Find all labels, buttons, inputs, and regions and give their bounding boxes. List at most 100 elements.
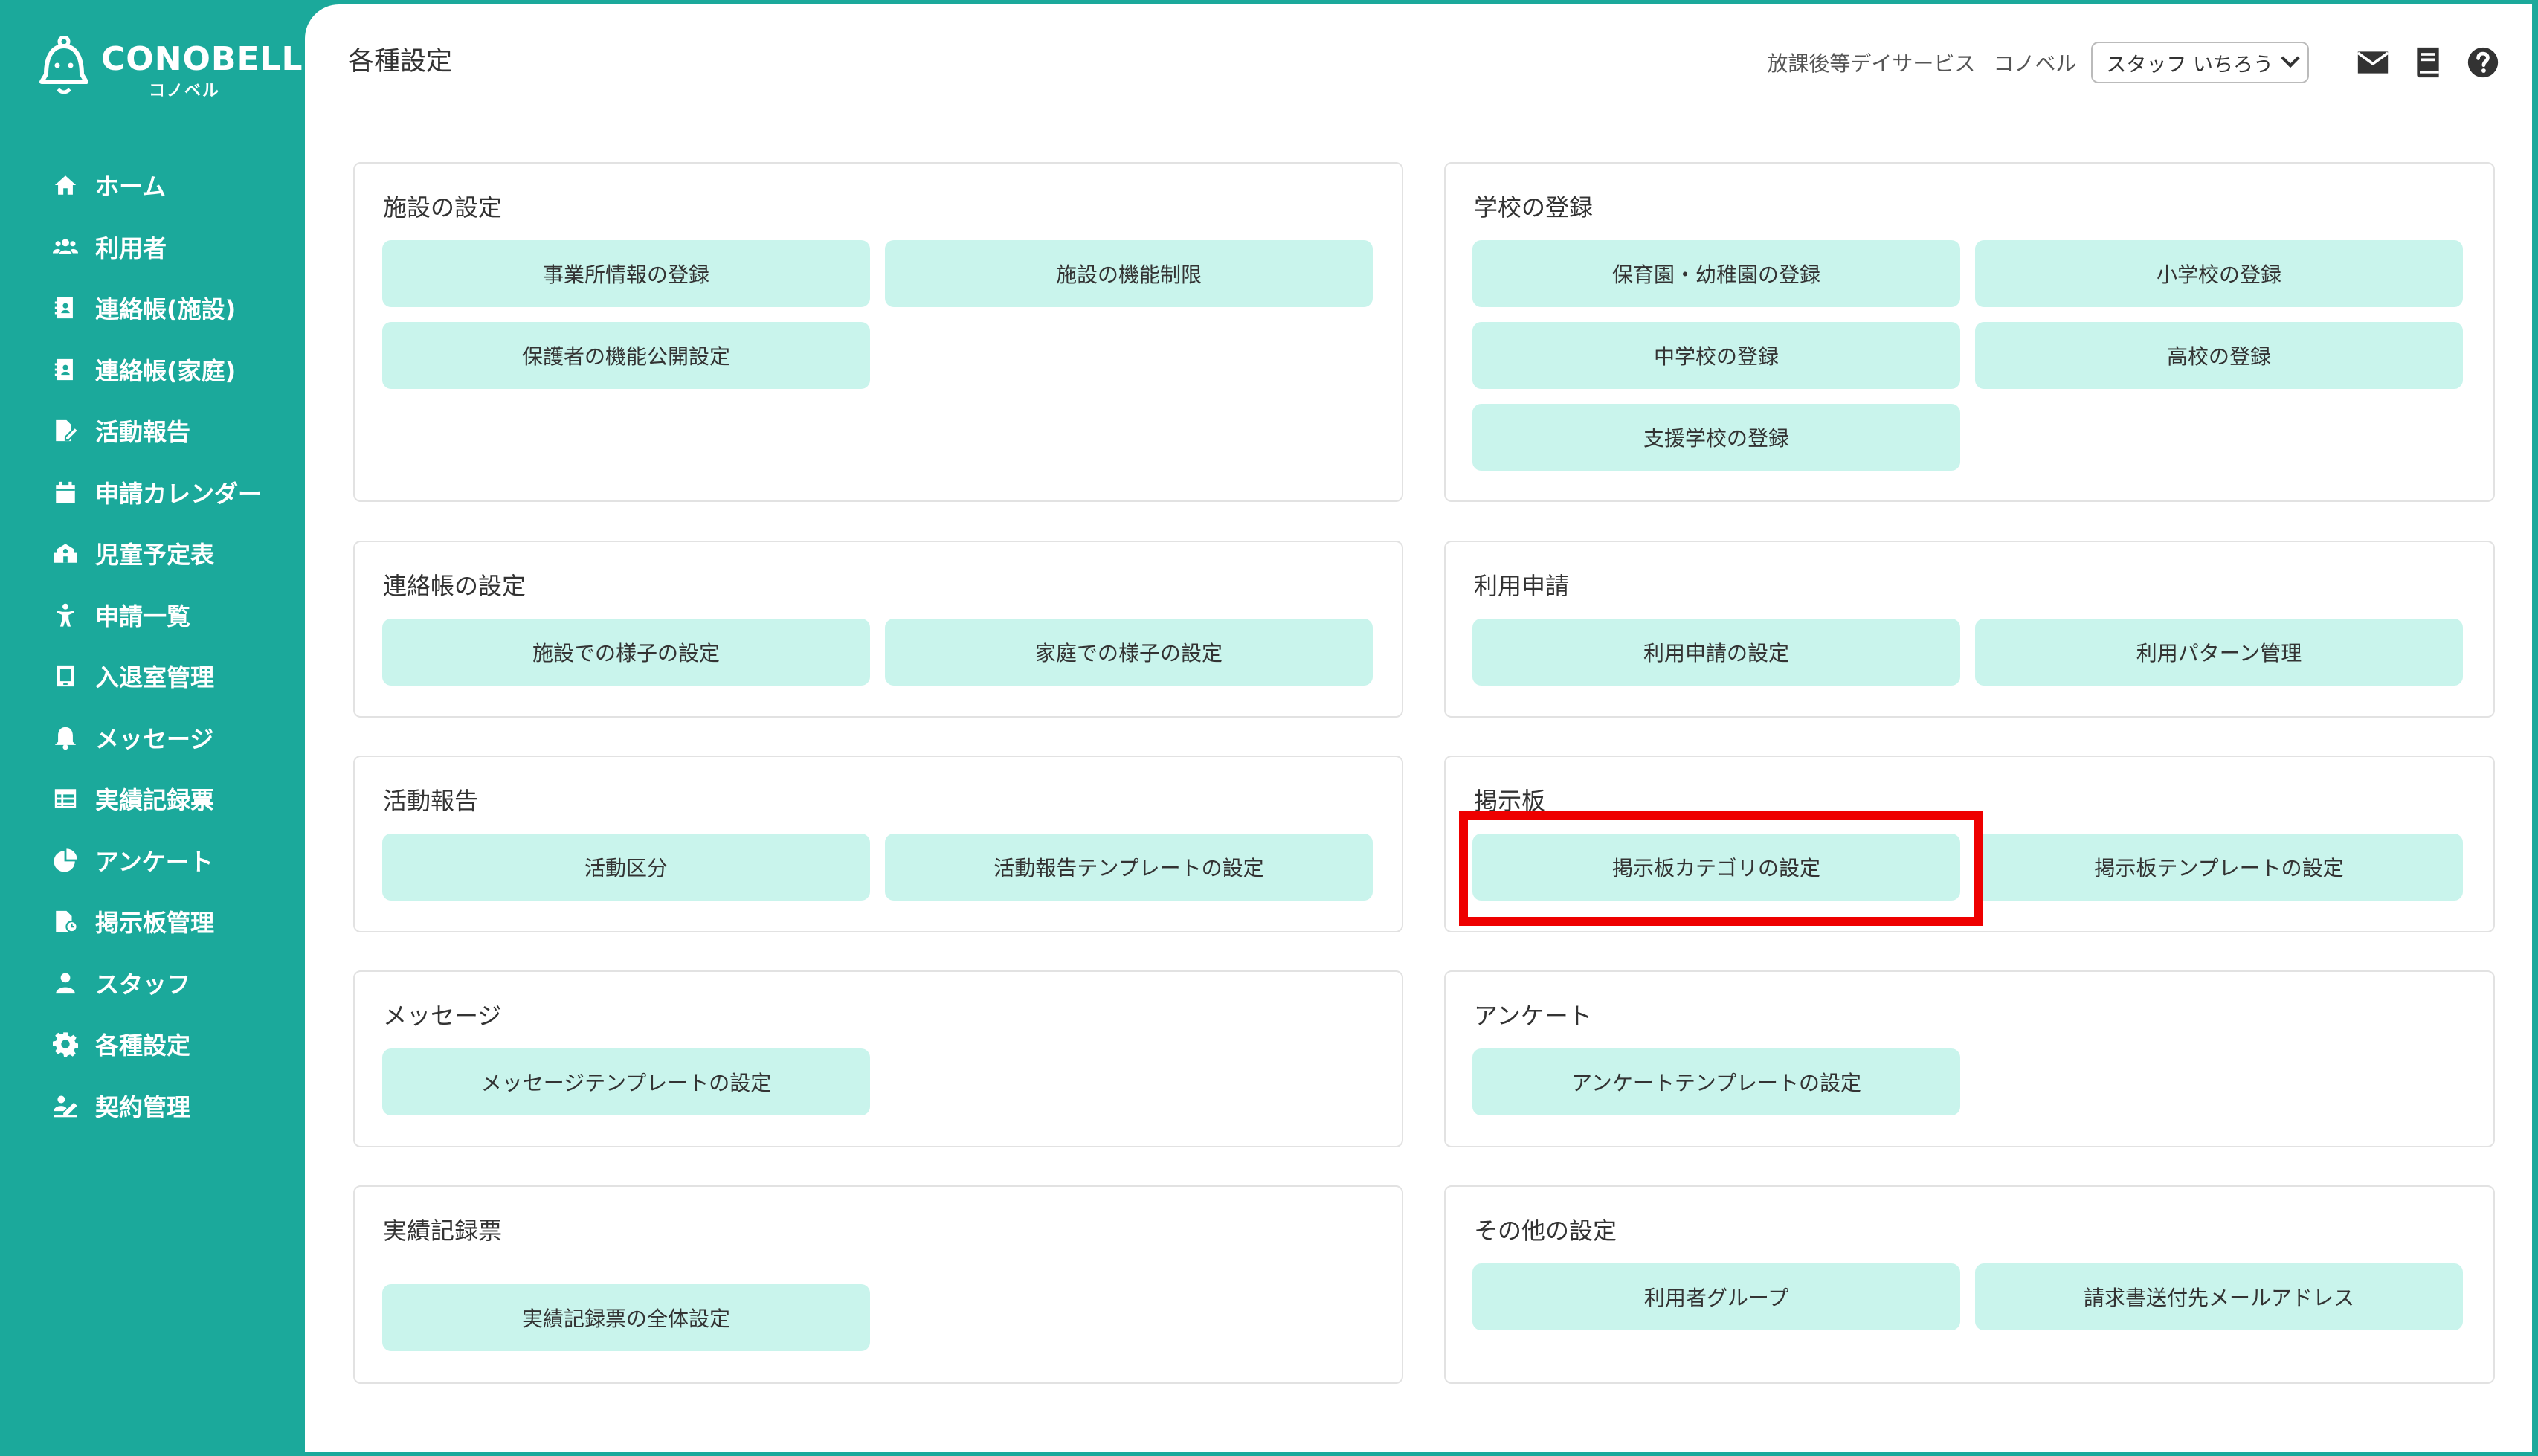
sidebar-item-label: 連絡帳(家庭): [95, 356, 236, 385]
card-title: 利用申請: [1474, 572, 1570, 600]
sidebar-item-child-schedule[interactable]: 児童予定表: [52, 523, 297, 584]
sidebar-item-label: 入退室管理: [95, 663, 215, 692]
card-title: 連絡帳の設定: [383, 572, 526, 600]
user-select[interactable]: スタッフ いちろう: [2091, 42, 2309, 83]
company-name: コノベル: [1993, 51, 2077, 76]
performance-record-global-settings-button[interactable]: 実績記録票の全体設定: [382, 1284, 870, 1351]
facility-name: 放課後等デイサービス: [1767, 51, 1976, 76]
users-icon: [52, 233, 79, 260]
sidebar-item-survey[interactable]: アンケート: [52, 830, 297, 892]
sidebar-item-messages[interactable]: メッセージ: [52, 707, 297, 769]
sidebar-item-label: スタッフ: [95, 970, 191, 999]
bulletin-file-icon: [52, 908, 79, 935]
card-title: 活動報告: [383, 787, 479, 815]
usage-application-settings-button[interactable]: 利用申請の設定: [1472, 619, 1960, 686]
sidebar-item-activity-report[interactable]: 活動報告: [52, 400, 297, 462]
sidebar-item-contact-book-home[interactable]: 連絡帳(家庭): [52, 339, 297, 401]
settings-card-facility: 施設の設定 事業所情報の登録 施設の機能制限 保護者の機能公開設定: [353, 162, 1403, 502]
sidebar-item-label: 各種設定: [95, 1031, 191, 1060]
survey-template-button[interactable]: アンケートテンプレートの設定: [1472, 1048, 1960, 1115]
contract-icon: [52, 1092, 79, 1119]
bell-logo-icon: [39, 36, 88, 94]
sidebar: CONOBELL コノベル ホーム 利用者 連絡帳(施設) 連絡帳(家庭) 活動…: [0, 0, 305, 1456]
usage-pattern-management-button[interactable]: 利用パターン管理: [1975, 619, 2463, 686]
special-school-registration-button[interactable]: 支援学校の登録: [1472, 404, 1960, 471]
sidebar-item-label: 実績記録票: [95, 786, 215, 815]
chevron-down-icon: [2281, 48, 2300, 68]
sidebar-item-bulletin-management[interactable]: 掲示板管理: [52, 891, 297, 953]
sidebar-item-attendance[interactable]: 入退室管理: [52, 645, 297, 707]
settings-card-other: その他の設定 利用者グループ 請求書送付先メールアドレス: [1444, 1185, 2495, 1384]
card-title: メッセージ: [383, 1002, 502, 1030]
logo-text: CONOBELL: [101, 40, 303, 78]
sidebar-item-contact-book-facility[interactable]: 連絡帳(施設): [52, 277, 297, 339]
card-title: アンケート: [1474, 1002, 1592, 1030]
help-icon[interactable]: [2467, 46, 2499, 79]
tablet-icon: [52, 663, 79, 689]
settings-card-survey: アンケート アンケートテンプレートの設定: [1444, 970, 2495, 1147]
home-icon: [52, 172, 79, 199]
sidebar-item-label: 利用者: [95, 233, 167, 262]
message-template-button[interactable]: メッセージテンプレートの設定: [382, 1048, 870, 1115]
sidebar-item-staff[interactable]: スタッフ: [52, 953, 297, 1014]
table-icon: [52, 785, 79, 812]
activity-category-button[interactable]: 活動区分: [382, 834, 870, 901]
nursery-registration-button[interactable]: 保育園・幼稚園の登録: [1472, 240, 1960, 307]
report-edit-icon: [52, 417, 79, 444]
sidebar-item-label: 連絡帳(施設): [95, 295, 236, 324]
facility-condition-settings-button[interactable]: 施設での様子の設定: [382, 619, 870, 686]
sidebar-item-application-calendar[interactable]: 申請カレンダー: [52, 462, 297, 524]
home-condition-settings-button[interactable]: 家庭での様子の設定: [885, 619, 1373, 686]
contact-book-icon: [52, 294, 79, 321]
sidebar-item-label: 申請一覧: [95, 602, 191, 631]
sidebar-nav: ホーム 利用者 連絡帳(施設) 連絡帳(家庭) 活動報告 申請カレンダー 児童予…: [52, 155, 297, 1136]
app-logo[interactable]: CONOBELL コノベル: [37, 33, 303, 100]
bell-icon: [52, 724, 79, 751]
child-icon: [52, 602, 79, 628]
highlight-box: [1459, 811, 1983, 926]
sidebar-item-label: メッセージ: [95, 724, 214, 753]
contact-book-icon: [52, 356, 79, 383]
sidebar-item-home[interactable]: ホーム: [52, 155, 297, 216]
sidebar-item-settings[interactable]: 各種設定: [52, 1014, 297, 1075]
sidebar-item-label: 児童予定表: [95, 541, 215, 570]
sidebar-item-label: 活動報告: [95, 418, 191, 447]
staff-icon: [52, 970, 79, 996]
office-info-button[interactable]: 事業所情報の登録: [382, 240, 870, 307]
activity-report-template-button[interactable]: 活動報告テンプレートの設定: [885, 834, 1373, 901]
elementary-registration-button[interactable]: 小学校の登録: [1975, 240, 2463, 307]
sidebar-item-label: アンケート: [95, 847, 213, 876]
user-group-button[interactable]: 利用者グループ: [1472, 1263, 1960, 1330]
sidebar-item-label: 申請カレンダー: [95, 479, 263, 508]
user-select-value: スタッフ いちろう: [2106, 53, 2273, 77]
card-title: 学校の登録: [1474, 193, 1594, 222]
guardian-feature-visibility-button[interactable]: 保護者の機能公開設定: [382, 322, 870, 389]
gear-icon: [52, 1031, 79, 1057]
sidebar-item-label: 契約管理: [95, 1092, 191, 1121]
page-title: 各種設定: [348, 47, 453, 77]
mail-icon[interactable]: [2357, 46, 2389, 79]
settings-card-contact-book: 連絡帳の設定 施設での様子の設定 家庭での様子の設定: [353, 541, 1403, 718]
logo-subtext: コノベル: [149, 82, 221, 100]
bulletin-template-settings-button[interactable]: 掲示板テンプレートの設定: [1975, 834, 2463, 901]
card-title: その他の設定: [1474, 1217, 1617, 1245]
card-title: 実績記録票: [383, 1217, 503, 1245]
main-panel: 各種設定 放課後等デイサービス コノベル スタッフ いちろう 施設の設定 事業所…: [305, 4, 2532, 1452]
invoice-email-address-button[interactable]: 請求書送付先メールアドレス: [1975, 1263, 2463, 1330]
manual-book-icon[interactable]: [2412, 46, 2444, 79]
facility-function-limit-button[interactable]: 施設の機能制限: [885, 240, 1373, 307]
pie-chart-icon: [52, 847, 79, 874]
school-icon: [52, 540, 79, 567]
header-toolbar: 放課後等デイサービス コノベル スタッフ いちろう: [1767, 42, 2499, 83]
card-title: 施設の設定: [383, 193, 503, 222]
sidebar-item-contracts[interactable]: 契約管理: [52, 1075, 297, 1137]
sidebar-item-label: ホーム: [95, 173, 167, 202]
junior-high-registration-button[interactable]: 中学校の登録: [1472, 322, 1960, 389]
sidebar-item-application-list[interactable]: 申請一覧: [52, 584, 297, 646]
calendar-icon: [52, 479, 79, 506]
sidebar-item-label: 掲示板管理: [95, 909, 215, 938]
settings-card-usage-application: 利用申請 利用申請の設定 利用パターン管理: [1444, 541, 2495, 718]
high-school-registration-button[interactable]: 高校の登録: [1975, 322, 2463, 389]
sidebar-item-performance-records[interactable]: 実績記録票: [52, 768, 297, 830]
sidebar-item-users[interactable]: 利用者: [52, 216, 297, 278]
